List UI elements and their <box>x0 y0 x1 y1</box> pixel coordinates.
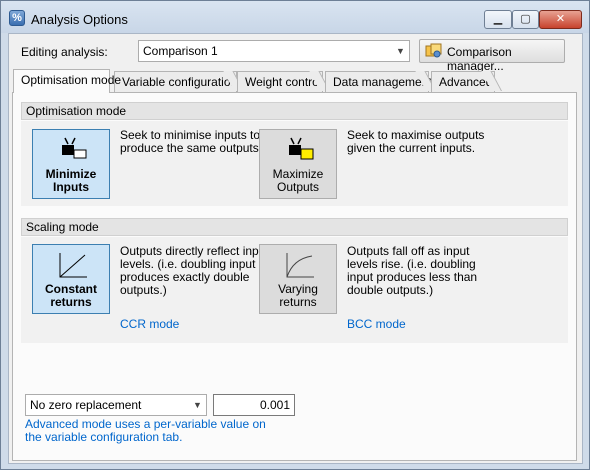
optimisation-section: Minimize Inputs Seek to minimise inputs … <box>21 121 568 206</box>
window-title: Analysis Options <box>31 12 128 27</box>
maximize-outputs-label: Maximize Outputs <box>272 167 324 194</box>
close-icon: ✕ <box>555 13 566 25</box>
varying-returns-description: Outputs fall off as input levels rise. (… <box>347 244 478 297</box>
zero-replacement-select[interactable]: No zero replacement ▼ <box>25 394 207 416</box>
minimize-icon: ▁ <box>493 13 503 25</box>
ccr-mode-link[interactable]: CCR mode <box>120 317 179 331</box>
scaling-section-header: Scaling mode <box>21 218 568 236</box>
maximize-button[interactable]: ▢ <box>512 10 539 29</box>
tab-variable-configuration[interactable]: Variable configuration <box>114 71 244 92</box>
comparison-manager-button[interactable]: Comparison manager... <box>419 39 565 73</box>
tab-advanced[interactable]: Advanced <box>431 71 502 92</box>
title-bar[interactable]: % Analysis Options ▁ ▢ ✕ <box>1 1 589 33</box>
tab-data-management[interactable]: Data management <box>325 71 436 92</box>
comparison-manager-label: Comparison manager... <box>447 45 512 73</box>
tab-label: Weight control <box>245 75 322 89</box>
dropdown-arrow-icon: ▼ <box>396 46 405 56</box>
constant-returns-icon <box>59 253 87 278</box>
editing-analysis-label: Editing analysis: <box>21 45 108 59</box>
maximize-outputs-button[interactable]: Maximize Outputs <box>259 129 337 199</box>
varying-returns-icon <box>286 253 314 278</box>
minimize-inputs-label: Minimize Inputs <box>45 167 97 194</box>
scaling-section: Constant returns Outputs directly reflec… <box>21 237 568 343</box>
maximize-outputs-description: Seek to maximise outputs given the curre… <box>347 128 485 155</box>
minimize-inputs-icon <box>62 137 87 159</box>
varying-returns-button[interactable]: Varying returns <box>259 244 337 314</box>
optimisation-section-header: Optimisation mode <box>21 102 568 120</box>
minimize-inputs-button[interactable]: Minimize Inputs <box>32 129 110 199</box>
close-button[interactable]: ✕ <box>539 10 582 29</box>
comparison-manager-icon <box>425 43 442 58</box>
zero-replacement-value: No zero replacement <box>30 398 142 412</box>
optimisation-mode-panel: Optimisation mode Minimize Inputs Seek t… <box>12 92 577 461</box>
app-icon: % <box>9 10 25 26</box>
tab-label: Optimisation mode <box>21 73 122 87</box>
constant-returns-description: Outputs directly reflect input levels. (… <box>120 244 269 297</box>
analysis-select-value: Comparison 1 <box>143 44 218 58</box>
tab-weight-control[interactable]: Weight control <box>237 71 330 92</box>
bcc-mode-link[interactable]: BCC mode <box>347 317 406 331</box>
dropdown-arrow-icon: ▼ <box>193 400 202 410</box>
maximize-outputs-icon <box>289 137 314 160</box>
advanced-mode-note: Advanced mode uses a per-variable value … <box>25 417 266 444</box>
varying-returns-label: Varying returns <box>278 282 318 309</box>
dialog-body: Editing analysis: Comparison 1 ▼ Compari… <box>8 33 583 464</box>
minimize-inputs-description: Seek to minimise inputs to produce the s… <box>120 128 263 155</box>
minimize-button[interactable]: ▁ <box>484 10 512 29</box>
analysis-options-window: % Analysis Options ▁ ▢ ✕ Editing analysi… <box>0 0 590 470</box>
maximize-icon: ▢ <box>520 13 531 25</box>
constant-returns-label: Constant returns <box>45 282 97 309</box>
analysis-select[interactable]: Comparison 1 ▼ <box>138 40 410 62</box>
constant-returns-button[interactable]: Constant returns <box>32 244 110 314</box>
zero-replacement-input[interactable]: 0.001 <box>213 394 295 416</box>
tab-label: Data management <box>333 75 432 89</box>
tab-optimisation-mode[interactable]: Optimisation mode <box>13 69 121 93</box>
tab-label: Variable configuration <box>122 75 238 89</box>
